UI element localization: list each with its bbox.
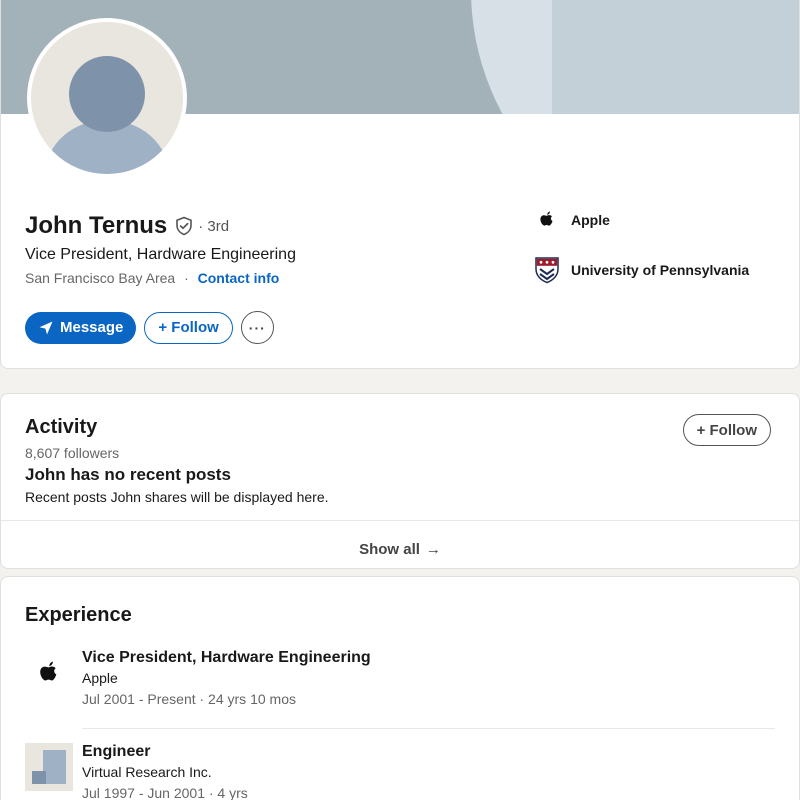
profile-card: John Ternus · 3rd Vice President, Hardwa… [0, 0, 800, 369]
no-posts-title: John has no recent posts [25, 465, 231, 484]
experience-item[interactable]: Engineer Virtual Research Inc. Jul 1997 … [25, 743, 775, 800]
more-options-button[interactable]: ··· [240, 311, 274, 344]
activity-title: Activity [25, 416, 98, 438]
experience-divider [82, 728, 775, 729]
org-upenn[interactable]: University of Pennsylvania [533, 256, 749, 284]
profile-name: John Ternus [25, 212, 168, 239]
profile-actions: Message + Follow ··· [25, 311, 274, 344]
no-posts-subtitle: Recent posts John shares will be display… [25, 489, 329, 505]
follow-button[interactable]: + Follow [144, 311, 233, 344]
name-row: John Ternus · 3rd [25, 212, 229, 240]
activity-follow-button[interactable]: + Follow [682, 414, 771, 446]
send-icon [38, 320, 54, 336]
experience-title: Experience [25, 604, 132, 626]
experience-title-text: Vice President, Hardware Engineering [82, 649, 371, 666]
profile-location: San Francisco Bay Area [25, 270, 176, 286]
company-placeholder-icon [25, 743, 73, 791]
separator-dot: · [184, 270, 189, 286]
experience-dates: Jul 2001 - Present · 24 yrs 10 mos [82, 691, 296, 707]
org-apple[interactable]: Apple [533, 206, 610, 234]
experience-dates: Jul 1997 - Jun 2001 · 4 yrs [82, 785, 248, 800]
activity-card: Activity 8,607 followers John has no rec… [0, 393, 800, 569]
org-upenn-name: University of Pennsylvania [571, 262, 750, 278]
show-all-button[interactable]: Show all → [1, 528, 799, 570]
verified-shield-icon[interactable] [174, 216, 194, 236]
contact-info-link[interactable]: Contact info [198, 270, 280, 286]
profile-headline: Vice President, Hardware Engineering [25, 246, 296, 263]
follower-count[interactable]: 8,607 followers [25, 445, 119, 461]
experience-item[interactable]: Vice President, Hardware Engineering App… [25, 649, 775, 709]
experience-title-text: Engineer [82, 743, 151, 760]
activity-divider [1, 520, 799, 521]
avatar[interactable] [27, 18, 187, 178]
experience-company: Virtual Research Inc. [82, 764, 212, 780]
more-icon: ··· [248, 319, 266, 336]
show-all-label: Show all [359, 540, 420, 558]
apple-logo-icon [25, 649, 73, 697]
message-button-label: Message [60, 319, 124, 336]
arrow-right-icon: → [425, 540, 441, 558]
experience-company: Apple [82, 670, 118, 686]
apple-logo-icon [533, 206, 561, 234]
connection-degree: · 3rd [198, 217, 230, 235]
upenn-shield-icon [533, 256, 561, 284]
experience-card: Experience Vice President, Hardware Engi… [0, 576, 800, 800]
location-row: San Francisco Bay Area · Contact info [25, 270, 279, 286]
message-button[interactable]: Message [25, 311, 137, 344]
org-apple-name: Apple [571, 212, 610, 228]
